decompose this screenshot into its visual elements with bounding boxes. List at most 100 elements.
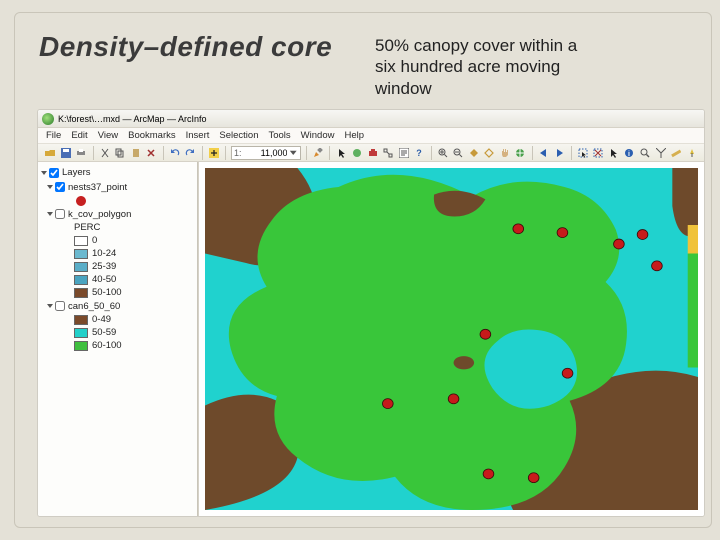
legend-field: PERC (74, 221, 195, 234)
fixed-zoom-out-icon[interactable] (483, 146, 496, 160)
expand-icon[interactable] (47, 304, 53, 308)
select-features-icon[interactable] (577, 146, 590, 160)
add-data-icon[interactable] (208, 146, 221, 160)
swatch-icon (74, 315, 88, 325)
nest-point[interactable] (483, 469, 494, 479)
menu-bar: File Edit View Bookmarks Insert Selectio… (38, 128, 704, 144)
print-icon[interactable] (75, 146, 88, 160)
expand-icon[interactable] (47, 185, 53, 189)
legend-entry: 0-49 (74, 313, 195, 326)
nest-point[interactable] (562, 368, 573, 378)
command-icon[interactable] (397, 146, 410, 160)
identify-icon[interactable]: i (623, 146, 636, 160)
menu-selection[interactable]: Selection (219, 130, 258, 141)
toolbar-separator (93, 146, 94, 160)
toolbar-separator (163, 146, 164, 160)
layer-points-name: nests37_point (68, 182, 127, 193)
zoom-out-icon[interactable] (452, 146, 465, 160)
pan-icon[interactable] (499, 146, 512, 160)
scale-prefix: 1: (234, 148, 242, 158)
cut-icon[interactable] (99, 146, 112, 160)
fixed-zoom-in-icon[interactable] (468, 146, 481, 160)
menu-insert[interactable]: Insert (186, 130, 210, 141)
toolbox-icon[interactable] (366, 146, 379, 160)
toc-root-checkbox[interactable] (49, 168, 59, 178)
layer-polygon[interactable]: k_cov_polygon PERC 0 10-24 25-39 40-50 5… (48, 207, 195, 299)
prev-extent-icon[interactable] (538, 146, 551, 160)
toc-root-label: Layers (62, 167, 91, 178)
map-display[interactable] (205, 168, 698, 510)
toc-root[interactable]: Layers (40, 165, 195, 180)
slide-title: Density–defined core (39, 31, 332, 63)
clear-selection-icon[interactable] (592, 146, 605, 160)
select-elements-icon[interactable] (608, 146, 621, 160)
menu-tools[interactable]: Tools (268, 130, 290, 141)
svg-text:?: ? (417, 148, 423, 158)
zoom-in-icon[interactable] (436, 146, 449, 160)
desc-line-1: 50% canopy cover within a (375, 36, 577, 55)
nest-point[interactable] (652, 261, 663, 271)
nest-point[interactable] (480, 329, 491, 339)
toolbar-separator (532, 146, 533, 160)
nest-point[interactable] (528, 473, 539, 483)
window-title: K:\forest\…mxd — ArcMap — ArcInfo (58, 114, 207, 124)
layer-canopy[interactable]: can6_50_60 0-49 50-59 60-100 (48, 299, 195, 352)
chevron-down-icon[interactable] (289, 148, 297, 157)
find-icon[interactable] (639, 146, 652, 160)
layer-canopy-checkbox[interactable] (55, 301, 65, 311)
toolbar-separator (306, 146, 307, 160)
swatch-icon (74, 262, 88, 272)
menu-window[interactable]: Window (301, 130, 335, 141)
point-symbol-icon (74, 196, 88, 206)
redo-icon[interactable] (184, 146, 197, 160)
model-icon[interactable] (382, 146, 395, 160)
nest-point[interactable] (448, 394, 459, 404)
menu-help[interactable]: Help (344, 130, 364, 141)
paste-icon[interactable] (130, 146, 143, 160)
window-titlebar[interactable]: K:\forest\…mxd — ArcMap — ArcInfo (38, 110, 704, 128)
legend-entry: 40-50 (74, 273, 195, 286)
goto-xy-icon[interactable] (654, 146, 667, 160)
toolbar-separator (202, 146, 203, 160)
legend-entry: 60-100 (74, 339, 195, 352)
table-of-contents[interactable]: Layers nests37_point k_cov_polygon (38, 162, 198, 516)
catalog-icon[interactable] (351, 146, 364, 160)
editor-toolbar-icon[interactable] (312, 146, 325, 160)
delete-icon[interactable] (145, 146, 158, 160)
expand-icon[interactable] (47, 212, 53, 216)
nest-point[interactable] (557, 228, 568, 238)
save-icon[interactable] (60, 146, 73, 160)
open-icon[interactable] (44, 146, 57, 160)
measure-icon[interactable] (670, 146, 683, 160)
pointer-icon[interactable] (335, 146, 348, 160)
swatch-icon (74, 341, 88, 351)
hyperlink-icon[interactable] (685, 146, 698, 160)
slide-frame: Density–defined core 50% canopy cover wi… (14, 12, 712, 528)
layer-polygon-checkbox[interactable] (55, 209, 65, 219)
scale-combo[interactable]: 1: (231, 146, 301, 160)
map-canvas[interactable] (198, 162, 704, 516)
expand-icon[interactable] (41, 171, 47, 175)
nest-point[interactable] (513, 224, 524, 234)
undo-icon[interactable] (169, 146, 182, 160)
nest-point[interactable] (382, 399, 393, 409)
full-extent-icon[interactable] (514, 146, 527, 160)
layer-points-checkbox[interactable] (55, 182, 65, 192)
next-extent-icon[interactable] (553, 146, 566, 160)
svg-text:i: i (628, 151, 630, 158)
menu-bookmarks[interactable]: Bookmarks (128, 130, 176, 141)
scale-input[interactable] (241, 148, 287, 158)
layer-points[interactable]: nests37_point (48, 180, 195, 207)
nest-point[interactable] (614, 239, 625, 249)
arcmap-globe-icon (42, 113, 54, 125)
menu-file[interactable]: File (46, 130, 61, 141)
toolbar-separator (431, 146, 432, 160)
nest-point[interactable] (637, 230, 648, 240)
menu-edit[interactable]: Edit (71, 130, 87, 141)
swatch-icon (74, 249, 88, 259)
menu-view[interactable]: View (98, 130, 118, 141)
copy-icon[interactable] (114, 146, 127, 160)
whats-this-icon[interactable]: ? (413, 146, 426, 160)
swatch-icon (74, 236, 88, 246)
swatch-icon (74, 275, 88, 285)
